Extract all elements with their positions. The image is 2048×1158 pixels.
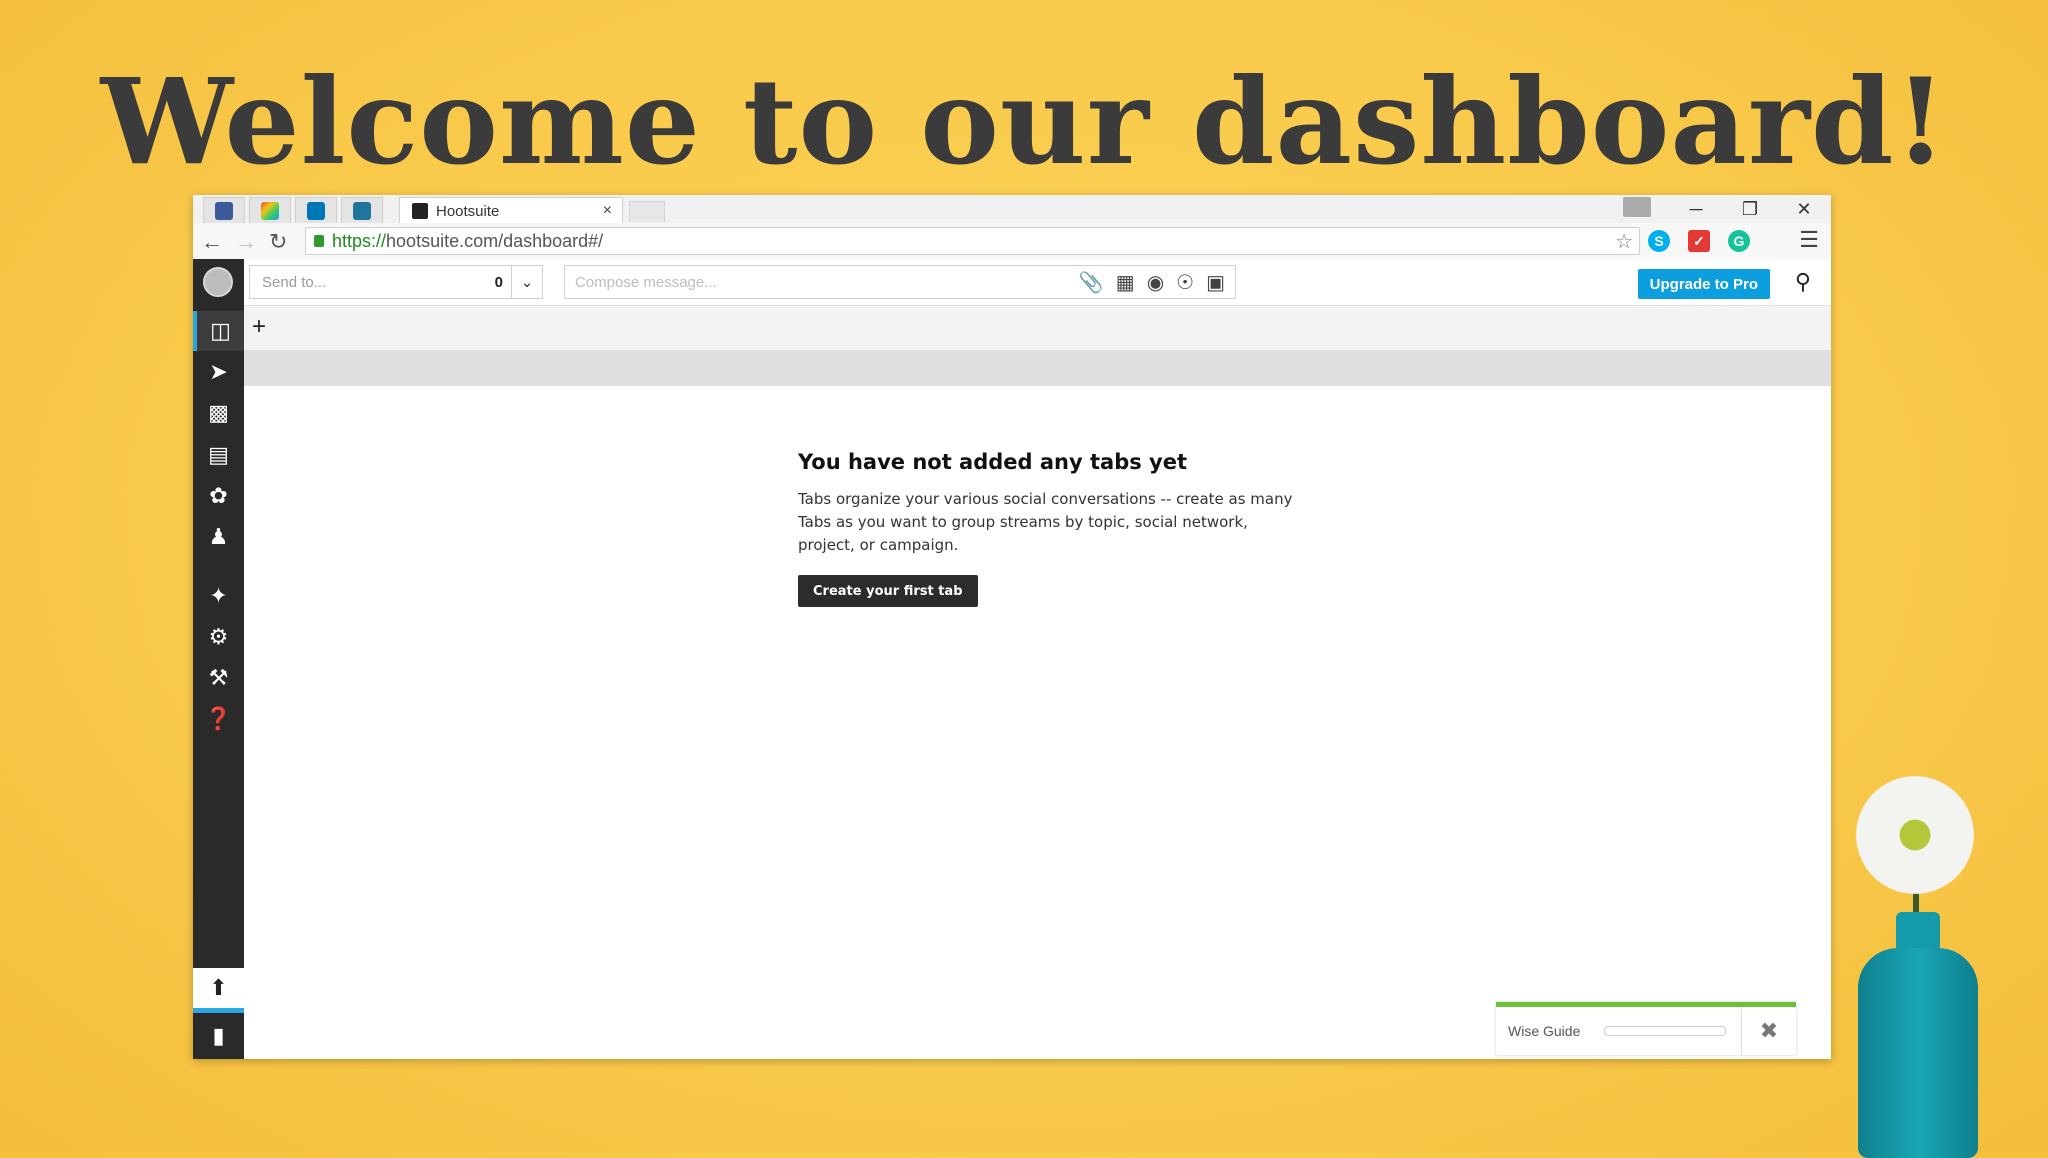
compose-tools: 📎 ▦ ◉ ☉ ▣: [1079, 270, 1225, 295]
lock-icon: [314, 235, 324, 247]
tab-title: Hootsuite: [436, 202, 500, 220]
create-first-tab-button[interactable]: Create your first tab: [798, 575, 978, 607]
wise-guide-progress: [1604, 1026, 1727, 1036]
address-bar-row: ← → ↻ https:// hootsuite.com/dashboard#/…: [193, 223, 1831, 260]
tab-close-icon[interactable]: ×: [603, 202, 612, 220]
tools-icon[interactable]: ⚒: [193, 658, 244, 698]
flower-image: [1840, 760, 1990, 910]
chevron-down-icon[interactable]: ⌄: [511, 266, 542, 298]
profile-icon[interactable]: ♟: [193, 517, 244, 557]
wise-guide-panel: Wise Guide ✖: [1496, 1002, 1796, 1055]
page-headline: Welcome to our dashboard!: [100, 52, 1948, 191]
url-protocol: https://: [332, 230, 387, 251]
browser-menu-icon[interactable]: ☰: [1799, 227, 1819, 253]
tabs-bar: +: [244, 306, 1831, 350]
help-icon[interactable]: ❓: [193, 699, 244, 739]
app-sidebar: ◫ ➤ ▩ ▤ ✿ ♟ ✦ ⚙ ⚒ ❓ ⬆ ▮: [193, 259, 244, 1059]
reload-icon[interactable]: ↻: [269, 229, 287, 255]
linkedin-icon: [307, 202, 325, 220]
restore-button[interactable]: ❐: [1723, 199, 1777, 220]
tab-strip: Hootsuite × ─ ❐ ✕: [193, 195, 1831, 224]
minimize-button[interactable]: ─: [1669, 199, 1723, 220]
forward-arrow-icon[interactable]: →: [235, 229, 257, 255]
send-to-placeholder: Send to...: [262, 273, 327, 291]
location-pin-icon[interactable]: ◉: [1147, 270, 1164, 295]
browser-profile-icon[interactable]: [1623, 197, 1651, 217]
compose-message-input[interactable]: Compose message... 📎 ▦ ◉ ☉ ▣: [564, 265, 1236, 299]
close-icon[interactable]: ✖: [1741, 1007, 1796, 1055]
contacts-icon[interactable]: ✿: [193, 476, 244, 516]
streams-header-bar: [244, 350, 1831, 386]
tab-wordpress[interactable]: [341, 197, 383, 224]
facebook-icon: [215, 202, 233, 220]
window-controls: ─ ❐ ✕: [1669, 195, 1831, 223]
assignments-icon[interactable]: ▤: [193, 435, 244, 475]
browser-window: Hootsuite × ─ ❐ ✕ ← → ↻ https:// hootsui…: [193, 195, 1831, 1059]
search-icon[interactable]: ⚲: [1795, 269, 1811, 295]
new-tab-button[interactable]: [629, 201, 665, 222]
apps-icon[interactable]: ✦: [193, 576, 244, 616]
settings-icon[interactable]: ⚙: [193, 617, 244, 657]
globe-icon[interactable]: ☉: [1176, 270, 1194, 295]
vase-image: [1858, 948, 1978, 1158]
lock-icon[interactable]: ▣: [1206, 270, 1225, 295]
close-window-button[interactable]: ✕: [1777, 199, 1831, 220]
wise-guide-label[interactable]: Wise Guide: [1508, 1023, 1580, 1039]
pdf-extension-icon[interactable]: ✓: [1688, 230, 1710, 252]
upload-icon[interactable]: ⬆: [193, 968, 244, 1013]
publisher-icon[interactable]: ➤: [193, 352, 244, 392]
send-to-field[interactable]: Send to... 0 ⌄: [249, 265, 543, 299]
skype-extension-icon[interactable]: S: [1648, 230, 1670, 252]
upgrade-to-pro-button[interactable]: Upgrade to Pro: [1637, 269, 1770, 299]
empty-state-body: Tabs organize your various social conver…: [798, 490, 1293, 554]
logout-icon[interactable]: ▮: [193, 1013, 244, 1059]
url-path: hootsuite.com/dashboard#/: [386, 230, 604, 251]
compose-placeholder: Compose message...: [575, 273, 717, 291]
empty-state-title: You have not added any tabs yet: [798, 450, 1188, 474]
tab-colorful-app[interactable]: [249, 197, 291, 224]
empty-state: You have not added any tabs yet Tabs org…: [798, 450, 1298, 607]
calendar-icon[interactable]: ▦: [1116, 270, 1135, 295]
hootsuite-favicon-icon: [412, 203, 428, 219]
send-to-count: 0: [494, 273, 503, 291]
back-arrow-icon[interactable]: ←: [201, 229, 223, 255]
analytics-icon[interactable]: ▩: [193, 393, 244, 433]
url-field[interactable]: https:// hootsuite.com/dashboard#/ ☆: [305, 227, 1640, 255]
colorful-app-icon: [261, 202, 279, 220]
tab-hootsuite[interactable]: Hootsuite ×: [399, 197, 623, 224]
streams-icon[interactable]: ◫: [193, 311, 244, 351]
add-tab-icon[interactable]: +: [252, 313, 266, 341]
tab-linkedin[interactable]: [295, 197, 337, 224]
tab-facebook[interactable]: [203, 197, 245, 224]
grammarly-extension-icon[interactable]: G: [1728, 230, 1750, 252]
bookmark-star-icon[interactable]: ☆: [1615, 229, 1633, 254]
avatar[interactable]: [203, 267, 233, 297]
wordpress-icon: [353, 202, 371, 220]
compose-bar: Send to... 0 ⌄ Compose message... 📎 ▦ ◉ …: [244, 259, 1831, 306]
attachment-icon[interactable]: 📎: [1079, 270, 1104, 295]
